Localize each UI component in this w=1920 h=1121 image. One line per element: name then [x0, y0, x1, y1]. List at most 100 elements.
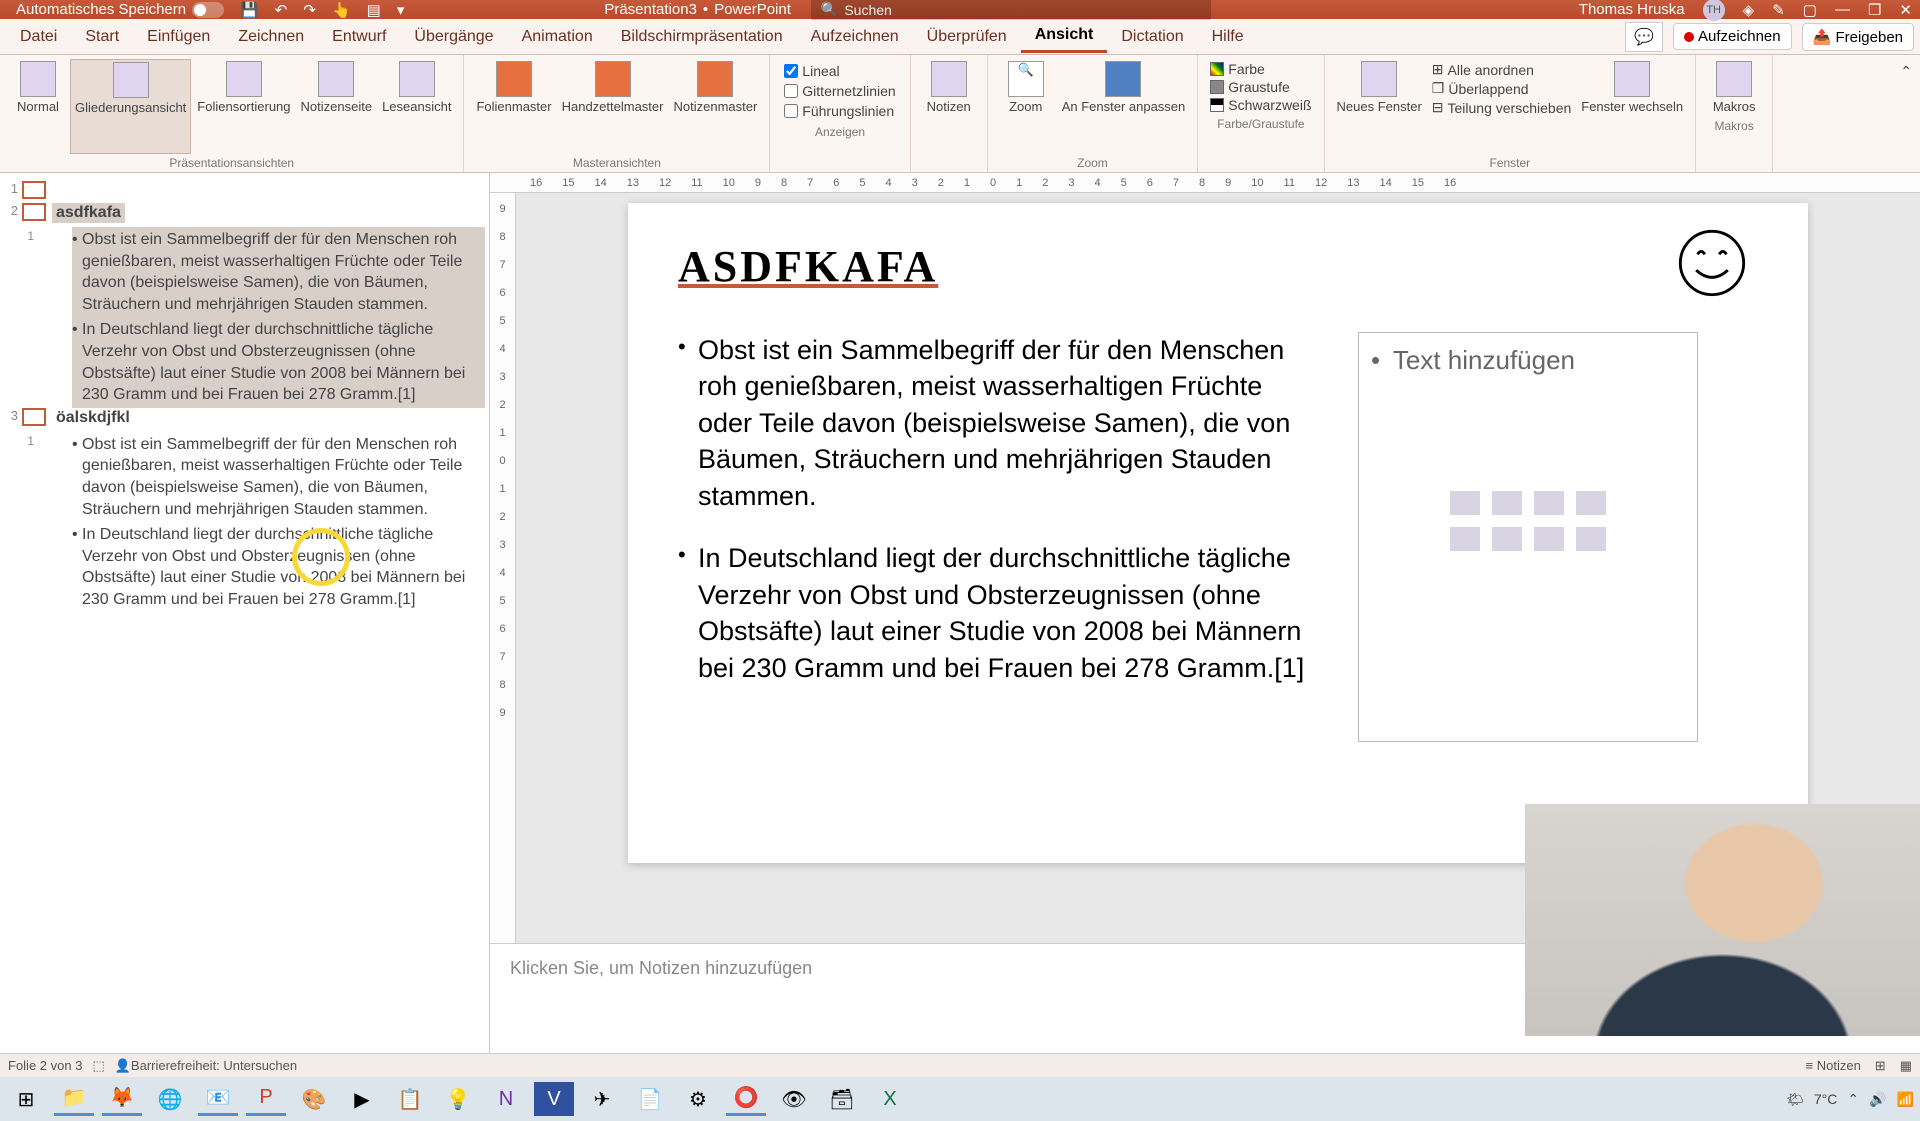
temperature[interactable]: 7°C [1814, 1091, 1838, 1107]
collapse-ribbon-icon[interactable]: ⌃ [1892, 55, 1920, 172]
fit-to-window[interactable]: An Fenster anpassen [1058, 59, 1190, 154]
outline-pane[interactable]: 12asdfkafa1Obst ist ein Sammelbegriff de… [0, 173, 490, 1053]
normal-view-icon[interactable]: ⊞ [1875, 1058, 1886, 1074]
vlc-icon[interactable]: ▶ [342, 1082, 382, 1116]
redo-icon[interactable]: ↷ [303, 1, 316, 19]
view-normal[interactable]: Normal [8, 59, 68, 154]
insert-smartart-icon[interactable] [1534, 491, 1564, 515]
from-beginning-icon[interactable]: ▤ [367, 1, 381, 19]
insert-table-icon[interactable] [1450, 491, 1480, 515]
tab-einfuegen[interactable]: Einfügen [133, 22, 224, 52]
content-placeholder[interactable]: Text hinzufügen [1358, 332, 1698, 742]
user-avatar[interactable]: TH [1703, 0, 1725, 21]
sorter-view-icon[interactable]: ▦ [1900, 1058, 1912, 1074]
ruler-checkbox[interactable]: Lineal [784, 63, 895, 79]
app-icon-v[interactable]: V [534, 1082, 574, 1116]
slide-bullet-2[interactable]: In Deutschland liegt der durchschnittlic… [678, 540, 1318, 686]
insert-video-icon[interactable] [1534, 527, 1564, 551]
qat-dropdown-icon[interactable]: ▾ [397, 1, 405, 19]
network-icon[interactable]: 📶 [1897, 1091, 1914, 1108]
tab-start[interactable]: Start [71, 22, 133, 52]
macros-button[interactable]: Makros [1704, 59, 1764, 117]
close-icon[interactable]: ✕ [1899, 1, 1912, 19]
outline-slide[interactable]: 3öalskdjfkl [4, 408, 485, 428]
outline-bullet[interactable]: Obst ist ein Sammelbegriff der für den M… [72, 227, 485, 317]
tab-zeichnen[interactable]: Zeichnen [224, 22, 318, 52]
chrome-icon[interactable]: 🌐 [150, 1082, 190, 1116]
app-icon-4[interactable]: 📄 [630, 1082, 670, 1116]
search-box[interactable]: 🔍 Suchen [811, 0, 1211, 20]
zoom-button[interactable]: 🔍Zoom [996, 59, 1056, 154]
tab-datei[interactable]: Datei [6, 22, 71, 52]
tab-animation[interactable]: Animation [508, 22, 607, 52]
outline-slide[interactable]: 1 [4, 181, 485, 199]
tab-entwurf[interactable]: Entwurf [318, 22, 400, 52]
app-icon-8[interactable]: 🗃 [822, 1082, 862, 1116]
new-window[interactable]: Neues Fenster [1333, 59, 1426, 154]
accessibility-icon[interactable]: 👤 [115, 1058, 131, 1074]
telegram-icon[interactable]: ✈ [582, 1082, 622, 1116]
notes-master[interactable]: Notizenmaster [669, 59, 761, 154]
cascade[interactable]: ❐ Überlappend [1432, 80, 1571, 97]
touch-mode-icon[interactable]: 👆 [332, 1, 351, 19]
insert-3d-icon[interactable] [1576, 491, 1606, 515]
app-icon-5[interactable]: ⚙ [678, 1082, 718, 1116]
start-icon[interactable]: ⊞ [6, 1082, 46, 1116]
onenote-icon[interactable]: N [486, 1082, 526, 1116]
app-icon-1[interactable]: 🎨 [294, 1082, 334, 1116]
undo-icon[interactable]: ↶ [275, 1, 288, 19]
insert-online-picture-icon[interactable] [1492, 527, 1522, 551]
record-button[interactable]: Aufzeichnen [1673, 23, 1792, 50]
outline-slide-title[interactable]: öalskdjfkl [52, 408, 134, 428]
volume-icon[interactable]: 🔊 [1869, 1091, 1886, 1108]
slide-master[interactable]: Folienmaster [472, 59, 555, 154]
notes-button[interactable]: Notizen [919, 59, 979, 117]
tab-ueberpruefen[interactable]: Überprüfen [913, 22, 1021, 52]
slide-title[interactable]: ASDFKAFA [678, 241, 1758, 292]
insert-icon-icon[interactable] [1576, 527, 1606, 551]
app-icon-2[interactable]: 📋 [390, 1082, 430, 1116]
outline-bullet[interactable]: In Deutschland liegt der durchschnittlic… [72, 317, 485, 407]
tab-uebergaenge[interactable]: Übergänge [400, 22, 507, 52]
insert-chart-icon[interactable] [1492, 491, 1522, 515]
app-icon-7[interactable]: 👁 [774, 1082, 814, 1116]
insert-picture-icon[interactable] [1450, 527, 1480, 551]
handout-master[interactable]: Handzettelmaster [558, 59, 668, 154]
powerpoint-icon[interactable]: P [246, 1082, 286, 1116]
app-icon-3[interactable]: 💡 [438, 1082, 478, 1116]
view-notes-page[interactable]: Notizenseite [297, 59, 377, 154]
tab-ansicht[interactable]: Ansicht [1021, 20, 1108, 53]
app-icon-6[interactable]: ⭕ [726, 1082, 766, 1116]
arrange-all[interactable]: ⊞ Alle anordnen [1432, 61, 1571, 78]
notes-toggle[interactable]: ≡ Notizen [1806, 1058, 1861, 1073]
minimize-icon[interactable]: — [1835, 1, 1850, 18]
outlook-icon[interactable]: 📧 [198, 1082, 238, 1116]
slide-counter[interactable]: Folie 2 von 3 [8, 1058, 82, 1073]
excel-icon[interactable]: X [870, 1082, 910, 1116]
tab-bildschirmpraesentation[interactable]: Bildschirmpräsentation [607, 22, 797, 52]
bw-mode[interactable]: Schwarzweiß [1210, 97, 1311, 113]
window-icon[interactable]: ▢ [1803, 1, 1817, 19]
explorer-icon[interactable]: 📁 [54, 1082, 94, 1116]
autosave-toggle[interactable]: Automatisches Speichern [16, 1, 224, 18]
slide-bullet-1[interactable]: Obst ist ein Sammelbegriff der für den M… [678, 332, 1318, 514]
tab-dictation[interactable]: Dictation [1107, 22, 1197, 52]
color-mode[interactable]: Farbe [1210, 61, 1311, 77]
outline-bullet[interactable]: In Deutschland liegt der durchschnittlic… [72, 522, 485, 612]
gridlines-checkbox[interactable]: Gitternetzlinien [784, 83, 895, 99]
comments-icon[interactable]: 💬 [1625, 22, 1663, 52]
share-button[interactable]: 📤 Freigeben [1802, 23, 1914, 51]
view-reading[interactable]: Leseansicht [378, 59, 455, 154]
slide[interactable]: ASDFKAFA Obst ist ein Sammelbegriff der … [628, 203, 1808, 863]
autosave-switch[interactable] [192, 2, 224, 18]
outline-slide-title[interactable]: asdfkafa [52, 203, 125, 223]
firefox-icon[interactable]: 🦊 [102, 1082, 142, 1116]
switch-window[interactable]: Fenster wechseln [1577, 59, 1687, 154]
outline-slide-title[interactable] [52, 181, 60, 183]
pen-icon[interactable]: ✎ [1772, 1, 1785, 19]
view-slidesorter[interactable]: Foliensortierung [193, 59, 294, 154]
slide-body-text[interactable]: Obst ist ein Sammelbegriff der für den M… [678, 332, 1318, 742]
accessibility-status[interactable]: Barrierefreiheit: Untersuchen [131, 1058, 297, 1073]
outline-slide[interactable]: 2asdfkafa [4, 203, 485, 223]
guides-checkbox[interactable]: Führungslinien [784, 103, 895, 119]
